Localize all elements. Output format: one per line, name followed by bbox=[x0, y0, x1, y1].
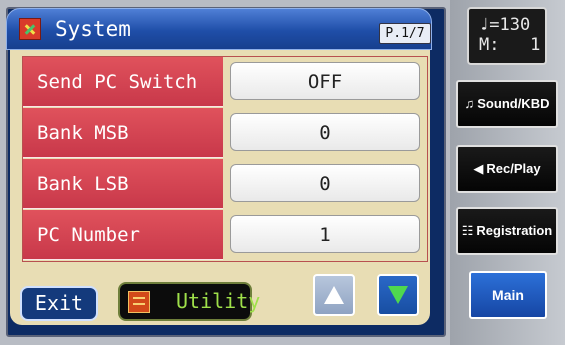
utility-label: Utility bbox=[176, 289, 261, 313]
rec-play-button[interactable]: ◀ Rec/Play bbox=[456, 145, 558, 193]
sound-kbd-button[interactable]: ♫ Sound/KBD bbox=[456, 80, 558, 128]
arrow-up-icon bbox=[324, 286, 344, 304]
book-icon: ☷ bbox=[461, 223, 474, 238]
sound-kbd-label: Sound/KBD bbox=[477, 96, 550, 111]
page-title: System bbox=[55, 17, 131, 41]
scroll-up-button[interactable] bbox=[313, 274, 355, 316]
bank-msb-button[interactable]: 0 bbox=[230, 113, 420, 151]
parameter-row: Send PC Switch OFF bbox=[23, 57, 427, 107]
utility-icon bbox=[128, 291, 150, 313]
tempo-value: ♩=130 bbox=[479, 15, 531, 35]
utility-button[interactable]: Utility bbox=[118, 282, 260, 321]
title-bar: System P.1/7 bbox=[6, 8, 432, 50]
bank-lsb-button[interactable]: 0 bbox=[230, 164, 420, 202]
registration-button[interactable]: ☷ Registration bbox=[456, 207, 558, 255]
parameter-row: PC Number 1 bbox=[23, 210, 427, 260]
scroll-down-button[interactable] bbox=[377, 274, 419, 316]
pc-number-button[interactable]: 1 bbox=[230, 215, 420, 253]
parameter-list: Send PC Switch OFF Bank MSB 0 Bank LSB 0… bbox=[22, 56, 428, 262]
parameter-label: Send PC Switch bbox=[23, 57, 223, 107]
arrow-down-icon bbox=[388, 286, 408, 304]
device-frame: System P.1/7 Send PC Switch OFF Bank MSB… bbox=[0, 0, 565, 345]
tempo-display: ♩=130 M: 1 bbox=[467, 7, 547, 65]
speaker-icon: ◀ bbox=[473, 161, 484, 176]
main-button[interactable]: Main bbox=[469, 271, 547, 319]
measure-value: M: 1 bbox=[479, 35, 541, 55]
parameter-label: Bank MSB bbox=[23, 108, 223, 158]
music-note-icon: ♫ bbox=[464, 96, 475, 111]
exit-button[interactable]: Exit bbox=[20, 286, 98, 321]
parameter-row: Bank MSB 0 bbox=[23, 108, 427, 158]
parameter-row: Bank LSB 0 bbox=[23, 159, 427, 209]
rec-play-label: Rec/Play bbox=[486, 161, 541, 176]
system-icon bbox=[19, 18, 41, 40]
send-pc-switch-button[interactable]: OFF bbox=[230, 62, 420, 100]
registration-label: Registration bbox=[476, 223, 553, 238]
parameter-label: PC Number bbox=[23, 210, 223, 260]
page-indicator: P.1/7 bbox=[379, 23, 431, 44]
parameter-label: Bank LSB bbox=[23, 159, 223, 209]
